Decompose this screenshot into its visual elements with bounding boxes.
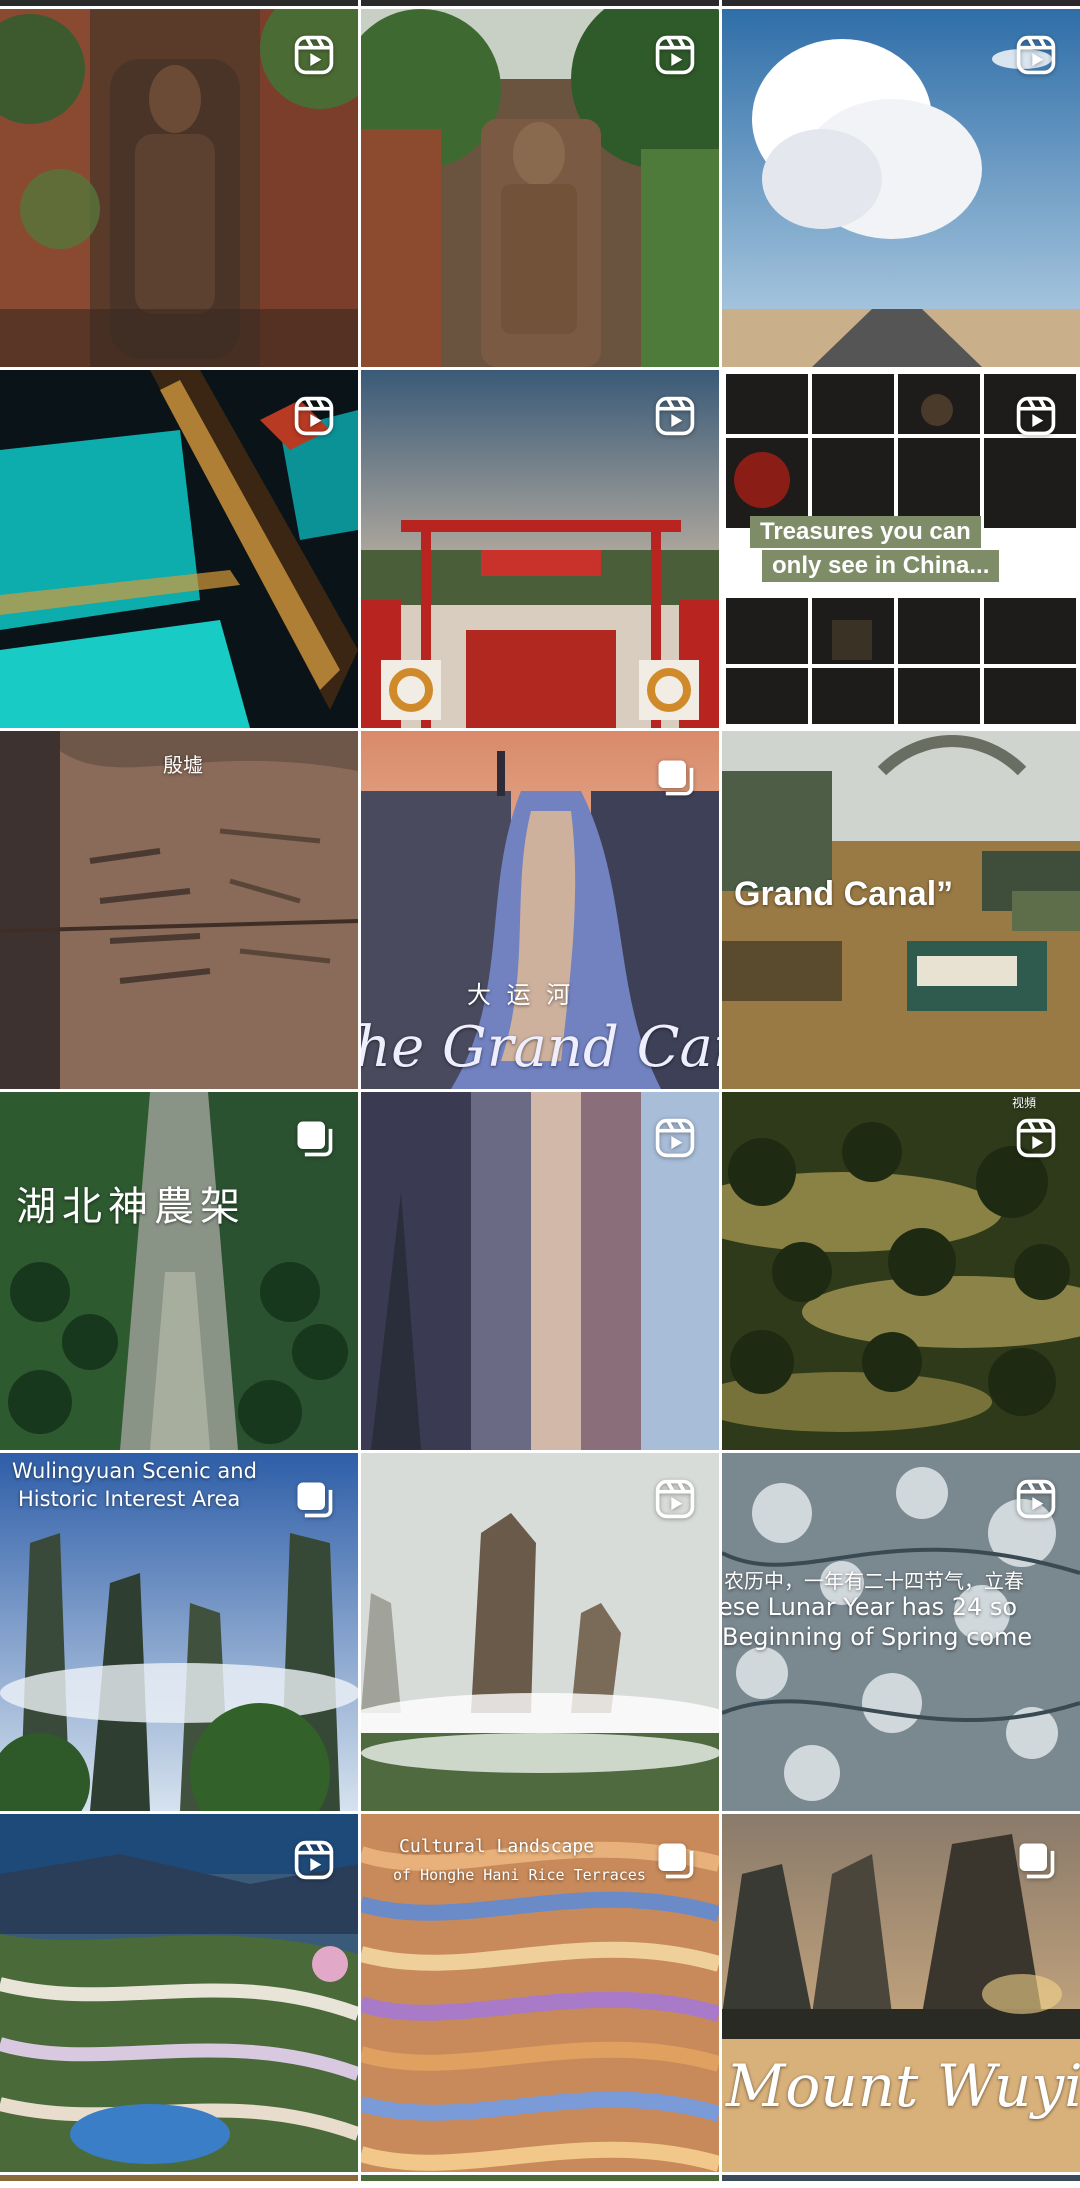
overlay-caption-line-1: 农历中，一年有二十四节气，立春 (724, 1569, 1024, 1593)
overlay-caption: 湖北神農架 (16, 1184, 246, 1230)
grid-post-red-gate[interactable] (361, 370, 719, 728)
reel-icon (653, 394, 697, 438)
multi-photo-icon (292, 1477, 336, 1521)
reel-icon (653, 1477, 697, 1521)
grid-post-misty-canyon[interactable] (361, 1092, 719, 1450)
next-row-strip (722, 2175, 1080, 2181)
multi-photo-icon (653, 1838, 697, 1882)
grid-post-wulingyuan[interactable]: Wulingyuan Scenic and Historic Interest … (0, 1453, 358, 1811)
grid-post-cloud-road[interactable] (722, 9, 1080, 367)
grid-post-buddha-cliff-1[interactable] (0, 9, 358, 367)
previous-row-strip (361, 0, 719, 6)
overlay-caption: 视頻 (1012, 1096, 1037, 1110)
previous-row-strip (0, 0, 358, 6)
grid-post-buddha-cliff-2[interactable] (361, 9, 719, 367)
reel-icon (292, 33, 336, 77)
overlay-caption-line-2: ese Lunar Year has 24 so (722, 1593, 1018, 1621)
overlay-caption-line-1: Cultural Landscape (399, 1836, 595, 1857)
grid-post-frost-branches[interactable]: 农历中，一年有二十四节气，立春 ese Lunar Year has 24 so… (722, 1453, 1080, 1811)
reel-icon (653, 1116, 697, 1160)
next-row-strip (361, 2175, 719, 2181)
multi-photo-icon (1014, 1838, 1058, 1882)
post-thumbnail (0, 731, 358, 1089)
overlay-caption-line-1: Treasures you can (750, 516, 981, 548)
reel-icon (1014, 1116, 1058, 1160)
overlay-caption-line-2: only see in China... (762, 550, 1000, 582)
overlay-caption-line-2: of Honghe Hani Rice Terraces (393, 1866, 646, 1884)
next-row-strip (0, 2175, 358, 2181)
grid-post-grand-canal-boats[interactable]: Grand Canal” (722, 731, 1080, 1089)
overlay-caption: Mount Wuyi (726, 2052, 1080, 2120)
profile-post-grid: Treasures you can only see in China... 殷… (0, 0, 1080, 2188)
overlay-caption: 殷墟 (163, 753, 203, 777)
grid-post-carved-stone[interactable]: 殷墟 (0, 731, 358, 1089)
overlay-caption-line-3: Beginning of Spring come (722, 1623, 1033, 1651)
reel-icon (1014, 394, 1058, 438)
overlay-caption-line-2: Historic Interest Area (18, 1487, 241, 1511)
reel-icon (653, 33, 697, 77)
grid-post-turquoise-pools-night[interactable] (0, 370, 358, 728)
previous-row-strip (722, 0, 1080, 6)
grid-post-grand-canal-river[interactable]: 大 运 河 he Grand Can (361, 731, 719, 1089)
reel-icon (1014, 33, 1058, 77)
grid-post-shennongjia-forest[interactable]: 湖北神農架 (0, 1092, 358, 1450)
overlay-caption: Grand Canal” (734, 875, 954, 913)
grid-post-treasures-collage[interactable]: Treasures you can only see in China... (722, 370, 1080, 728)
reel-icon (292, 1838, 336, 1882)
grid-post-hani-terraces[interactable]: Cultural Landscape of Honghe Hani Rice T… (361, 1814, 719, 2172)
multi-photo-icon (292, 1116, 336, 1160)
reel-icon (1014, 1477, 1058, 1521)
grid-post-mount-wuyi[interactable]: Mount Wuyi (722, 1814, 1080, 2172)
overlay-caption-chinese: 大 运 河 (467, 981, 575, 1009)
overlay-caption-title: he Grand Can (361, 1015, 719, 1080)
multi-photo-icon (653, 755, 697, 799)
reel-icon (292, 394, 336, 438)
overlay-caption-line-1: Wulingyuan Scenic and (12, 1459, 257, 1483)
grid-post-rice-terraces[interactable] (0, 1814, 358, 2172)
grid-post-golden-forest[interactable]: 视頻 (722, 1092, 1080, 1450)
grid-post-karst-mist[interactable] (361, 1453, 719, 1811)
